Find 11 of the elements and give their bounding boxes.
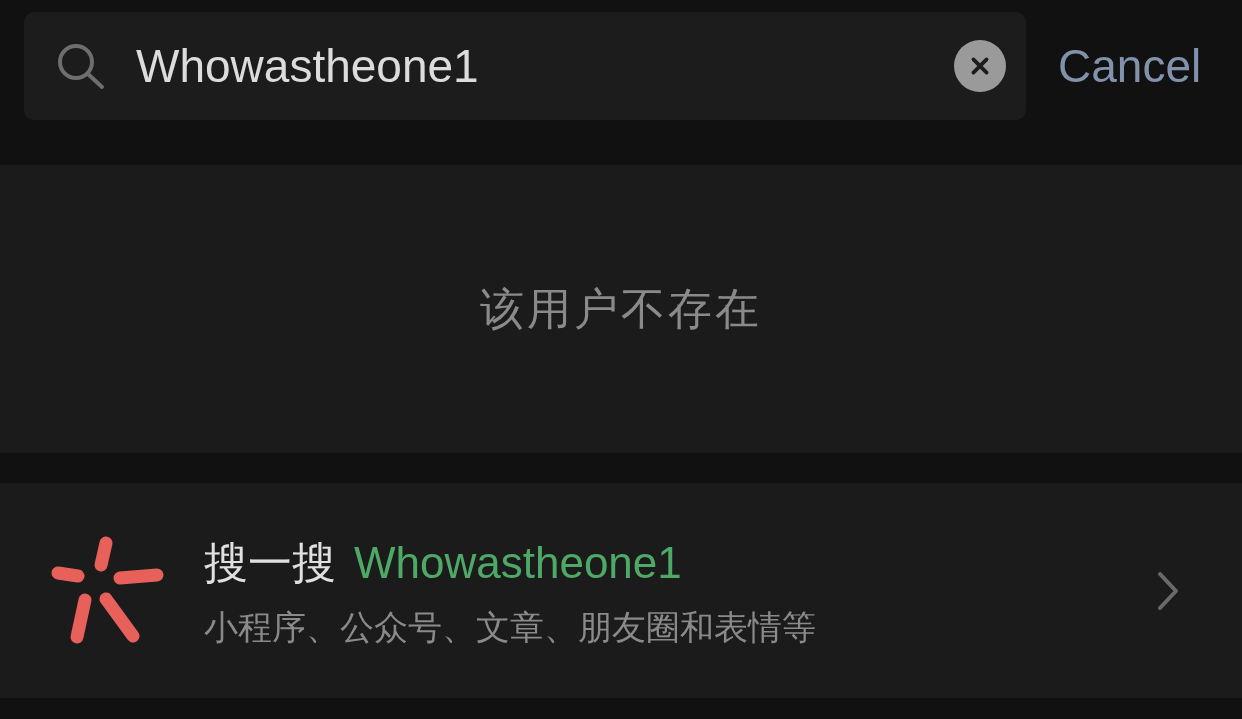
- cancel-button[interactable]: Cancel: [1058, 39, 1202, 93]
- chevron-right-icon: [1156, 570, 1180, 611]
- query-text: Whowastheone1: [354, 538, 682, 588]
- search-input[interactable]: Whowastheone1: [136, 39, 954, 93]
- close-icon: [969, 55, 991, 77]
- clear-button[interactable]: [954, 40, 1006, 92]
- not-found-message: 该用户不存在: [480, 281, 762, 336]
- search-bar[interactable]: Whowastheone1: [24, 12, 1026, 120]
- web-search-subtitle: 小程序、公众号、文章、朋友圈和表情等: [204, 606, 817, 649]
- web-search-row[interactable]: 搜一搜 Whowastheone1 小程序、公众号、文章、朋友圈和表情等: [0, 483, 1242, 698]
- web-search-title: 搜一搜: [204, 536, 336, 590]
